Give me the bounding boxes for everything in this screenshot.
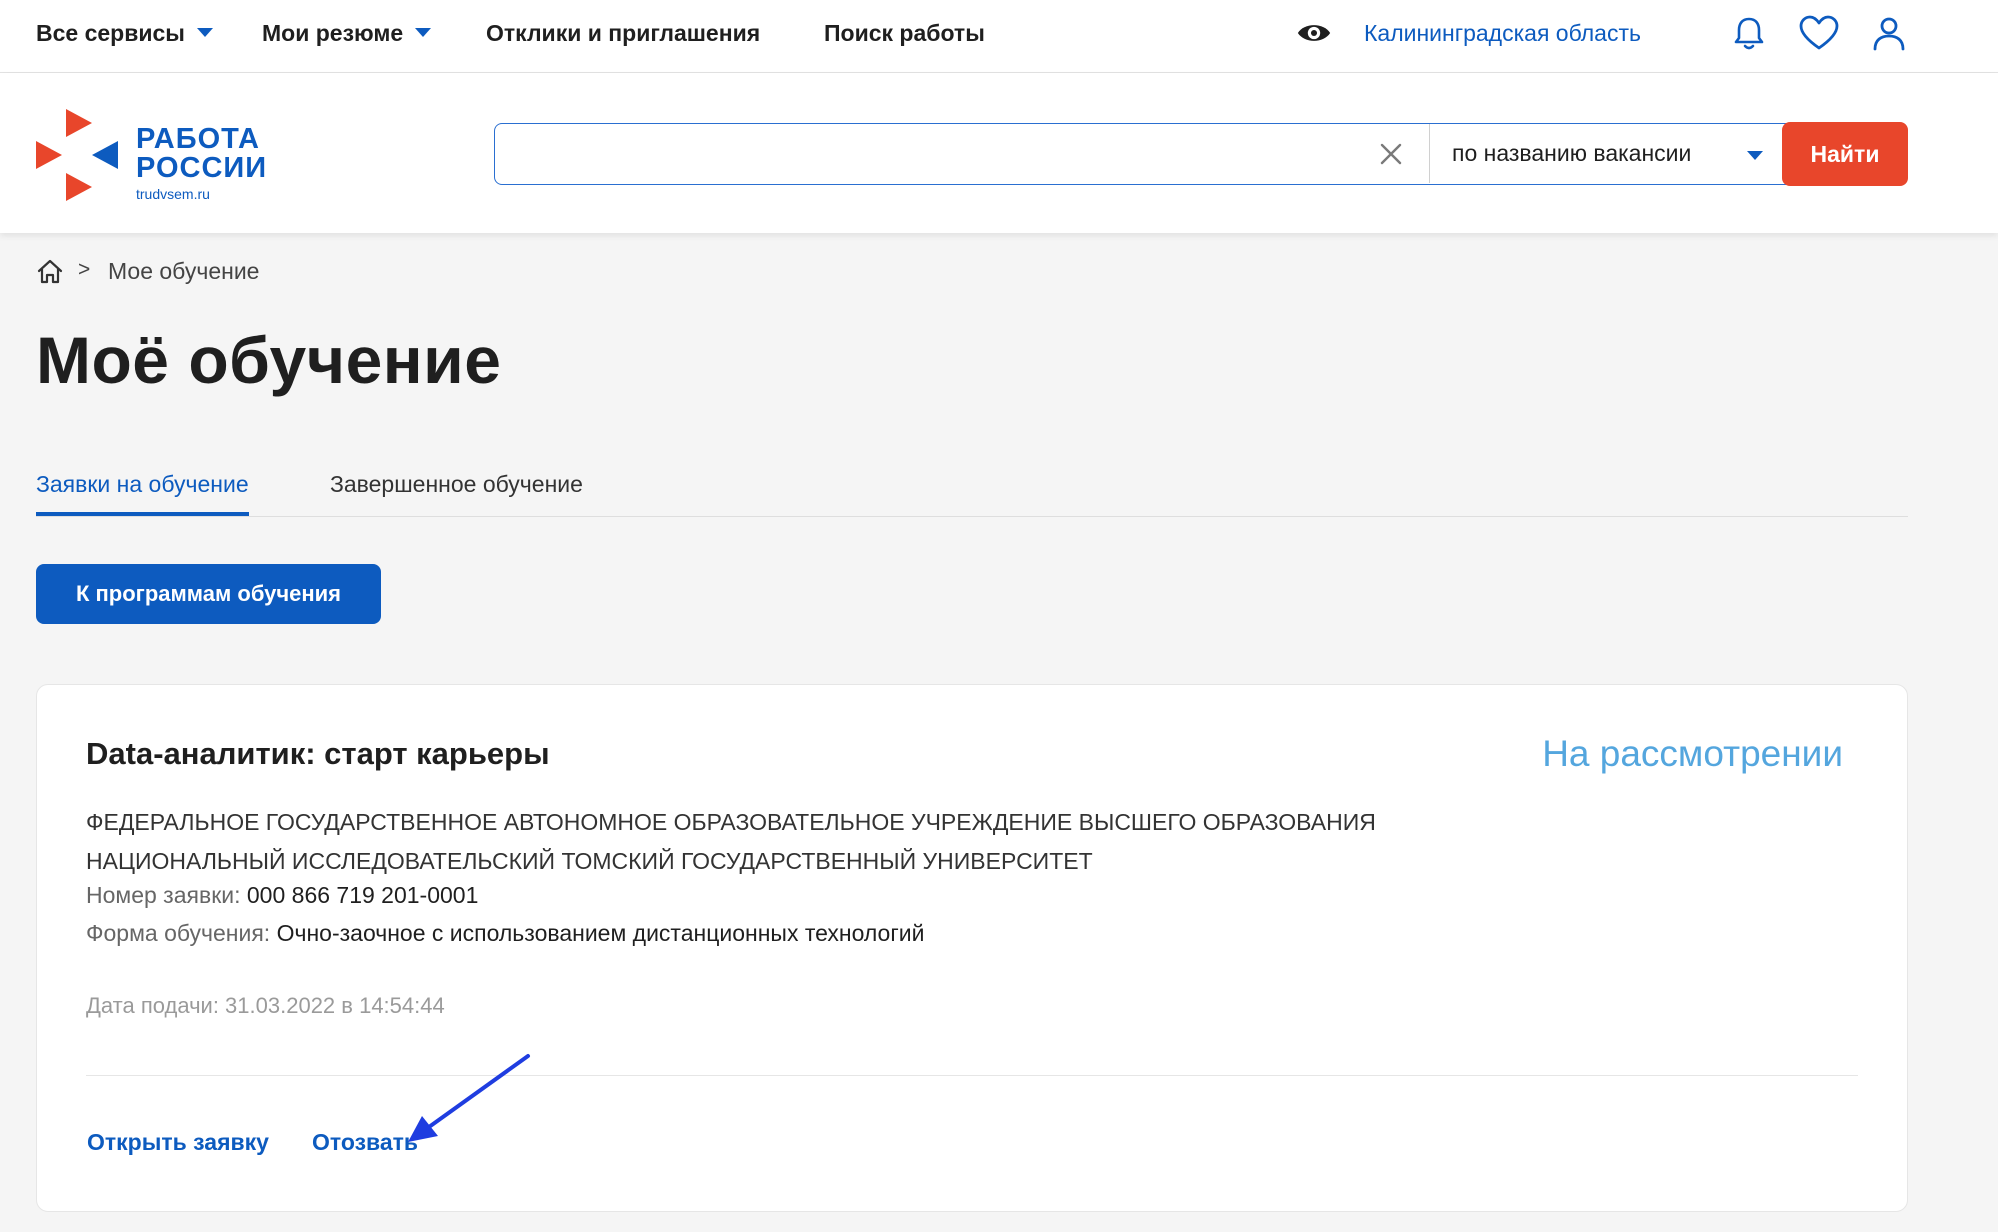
- breadcrumb-separator: >: [78, 258, 91, 281]
- application-number-label: Номер заявки:: [86, 882, 241, 908]
- status-badge: На рассмотрении: [1542, 733, 1843, 774]
- search-mode-label: по названию вакансии: [1452, 140, 1692, 166]
- my-resumes-menu[interactable]: Мои резюме: [262, 0, 432, 66]
- submission-date: Дата подачи: 31.03.2022 в 14:54:44: [86, 993, 445, 1018]
- search-bar: по названию вакансии: [494, 123, 1906, 185]
- all-services-menu[interactable]: Все сервисы: [36, 0, 213, 66]
- tabs-bar: Заявки на обучение Завершенное обучение: [36, 462, 1908, 517]
- logo-arrows-icon: [36, 109, 118, 201]
- logo-site-url: trudvsem.ru: [136, 186, 210, 202]
- study-form: Форма обучения: Очно-заочное с использов…: [86, 920, 924, 947]
- chevron-down-icon: [1747, 151, 1763, 160]
- chevron-down-icon: [415, 28, 432, 38]
- bell-icon[interactable]: [1730, 14, 1768, 52]
- to-programs-button[interactable]: К программам обучения: [36, 564, 381, 624]
- my-resumes-label: Мои резюме: [262, 20, 404, 46]
- application-number-value: 000 866 719 201-0001: [246, 882, 479, 908]
- study-form-label: Форма обучения:: [86, 920, 271, 946]
- all-services-label: Все сервисы: [36, 20, 185, 46]
- site-header: РАБОТА РОССИИ trudvsem.ru по названию ва…: [0, 73, 1998, 233]
- logo-title-line2: РОССИИ: [136, 152, 268, 184]
- close-icon[interactable]: [1375, 138, 1407, 170]
- tab-completed[interactable]: Завершенное обучение: [330, 462, 583, 516]
- page-title: Моё обучение: [36, 323, 502, 397]
- home-icon[interactable]: [36, 258, 64, 286]
- card-divider: [86, 1075, 1858, 1076]
- open-application-link[interactable]: Открыть заявку: [87, 1129, 269, 1156]
- user-profile-icon[interactable]: [1870, 14, 1908, 52]
- withdraw-link[interactable]: Отозвать: [312, 1129, 418, 1156]
- accessibility-eye-icon[interactable]: [1294, 14, 1334, 52]
- tab-applications[interactable]: Заявки на обучение: [36, 462, 249, 516]
- course-title: Data-аналитик: старт карьеры: [86, 736, 550, 771]
- application-number: Номер заявки: 000 866 719 201-0001: [86, 882, 478, 909]
- breadcrumb-current: Мое обучение: [108, 258, 260, 284]
- top-navigation: Все сервисы Мои резюме Отклики и приглаш…: [0, 0, 1998, 73]
- search-mode-select[interactable]: по названию вакансии: [1429, 124, 1785, 183]
- find-button[interactable]: Найти: [1782, 122, 1908, 186]
- organization-name: ФЕДЕРАЛЬНОЕ ГОСУДАРСТВЕННОЕ АВТОНОМНОЕ О…: [86, 803, 1586, 881]
- chevron-down-icon: [196, 28, 213, 38]
- organization-line-1: ФЕДЕРАЛЬНОЕ ГОСУДАРСТВЕННОЕ АВТОНОМНОЕ О…: [86, 809, 1376, 835]
- job-search-link[interactable]: Поиск работы: [824, 0, 985, 66]
- study-form-value: Очно-заочное с использованием дистанцион…: [276, 920, 925, 946]
- region-selector[interactable]: Калининградская область: [1364, 0, 1641, 66]
- organization-line-2: НАЦИОНАЛЬНЫЙ ИССЛЕДОВАТЕЛЬСКИЙ ТОМСКИЙ Г…: [86, 848, 1093, 874]
- application-card: Data-аналитик: старт карьеры На рассмотр…: [36, 684, 1908, 1212]
- heart-icon[interactable]: [1798, 14, 1840, 52]
- search-input[interactable]: [495, 124, 1375, 183]
- site-logo[interactable]: РАБОТА РОССИИ trudvsem.ru: [36, 109, 296, 202]
- responses-link[interactable]: Отклики и приглашения: [486, 0, 760, 66]
